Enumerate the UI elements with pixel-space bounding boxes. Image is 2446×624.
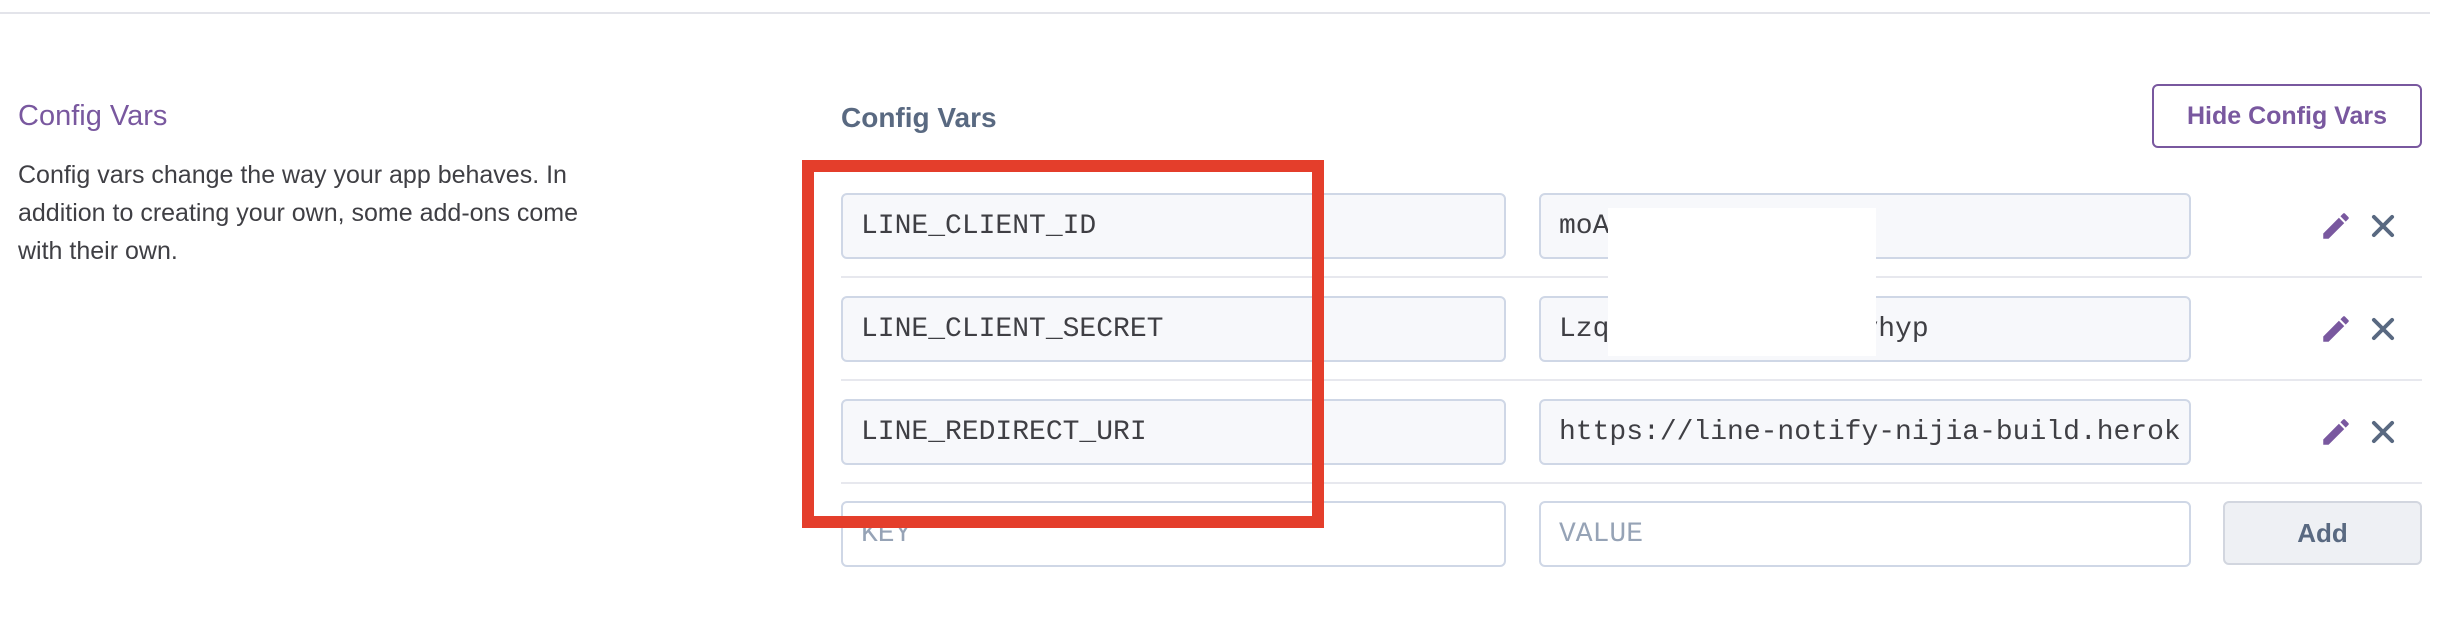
pencil-icon[interactable]: [2316, 309, 2356, 349]
config-vars-page: Config Vars Config vars change the way y…: [0, 0, 2446, 624]
close-icon[interactable]: [2363, 206, 2403, 246]
pencil-icon[interactable]: [2316, 412, 2356, 452]
close-icon[interactable]: [2363, 412, 2403, 452]
section-heading: Config Vars: [18, 100, 168, 132]
panel-title: Config Vars: [841, 102, 997, 133]
highlight-annotation-box: [802, 160, 1324, 528]
add-button[interactable]: Add: [2223, 501, 2422, 565]
config-var-value-field[interactable]: https://line-notify-nijia-build.herok: [1539, 399, 2191, 465]
top-divider: [0, 12, 2430, 14]
section-description: Config vars change the way your app beha…: [18, 161, 579, 265]
close-icon[interactable]: [2363, 309, 2403, 349]
redaction-patch: [1608, 208, 1876, 356]
pencil-icon[interactable]: [2316, 206, 2356, 246]
hide-config-vars-button[interactable]: Hide Config Vars: [2152, 84, 2422, 148]
new-value-input[interactable]: VALUE: [1539, 501, 2191, 567]
